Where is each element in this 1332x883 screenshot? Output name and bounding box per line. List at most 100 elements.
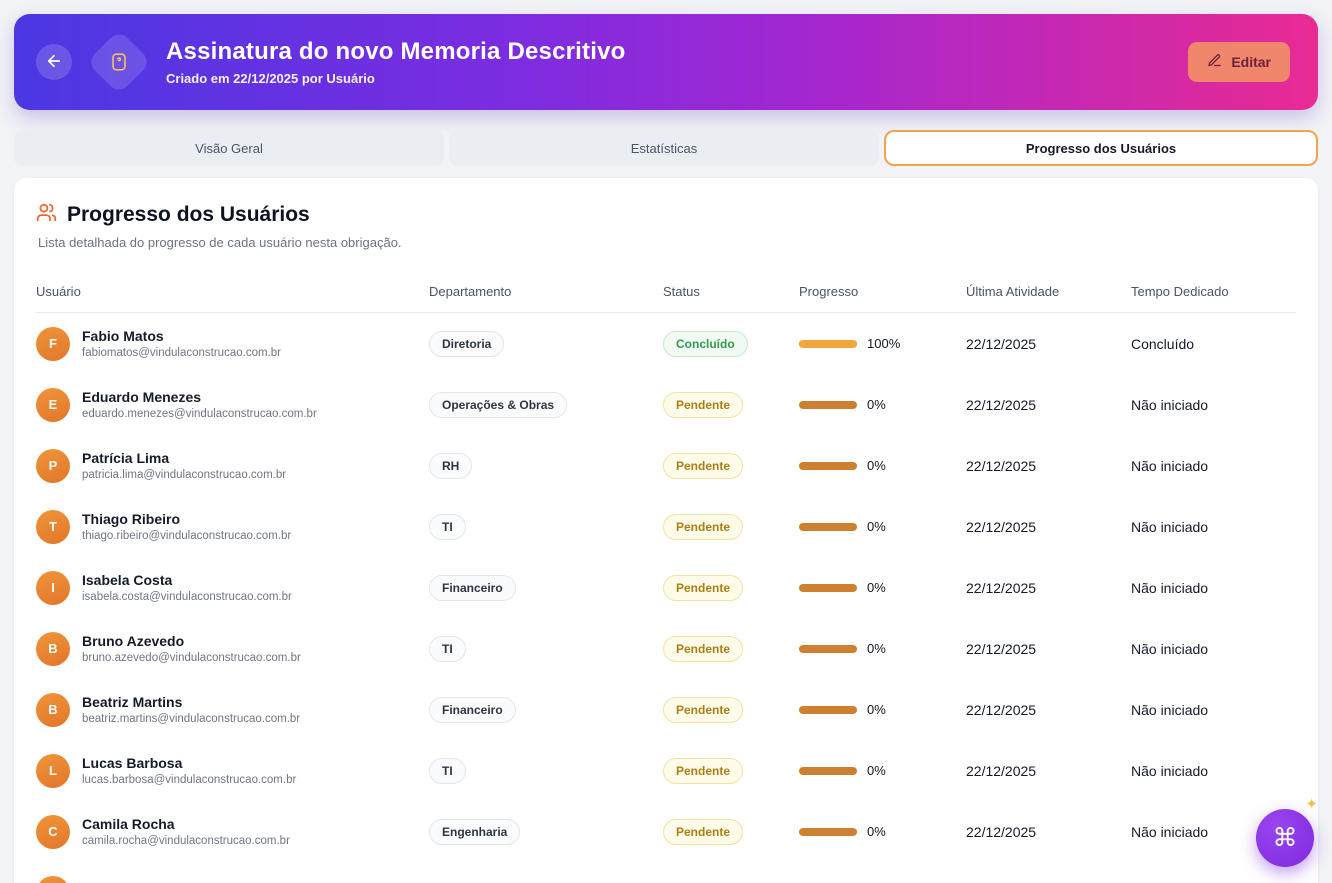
section-title: Progresso dos Usuários <box>67 203 310 226</box>
status-badge: Pendente <box>663 818 744 845</box>
section-subtitle: Lista detalhada do progresso de cada usu… <box>38 235 402 250</box>
user-cell <box>36 875 429 883</box>
column-header-status: Status <box>663 284 700 299</box>
user-email: beatriz.martins@vindulaconstrucao.com.br <box>82 713 301 725</box>
progress-percent: 0% <box>867 824 886 839</box>
arrow-left-icon <box>45 52 63 73</box>
user-email: thiago.ribeiro@vindulaconstrucao.com.br <box>82 530 292 542</box>
user-avatar: F <box>36 326 70 361</box>
user-avatar: I <box>36 570 70 605</box>
last-activity: 22/12/2025 <box>966 579 1037 596</box>
user-name: Bruno Azevedo <box>82 633 185 649</box>
sparkle-icon: ✦ <box>1305 796 1318 813</box>
header-text: Assinatura do novo Memoria Descritivo Cr… <box>166 38 1174 86</box>
progress-wrap: 0% <box>799 702 966 717</box>
table-body: F Fabio Matos fabiomatos@vindulaconstrucao… <box>36 313 1296 883</box>
column-header-usuario: Usuário <box>36 284 81 299</box>
table-row: L Lucas Barbosa lucas.barbosa@vindulaconst… <box>36 740 1296 801</box>
status-cell: Pendente <box>663 757 799 784</box>
users-progress-table: Usuário Departamento Status Progresso Úl… <box>36 276 1296 883</box>
progress-cell: 0% <box>799 702 966 717</box>
progress-bar <box>799 827 857 836</box>
tab-bar: Visão Geral Estatísticas Progresso dos Usu… <box>14 130 1318 166</box>
status-badge: Pendente <box>663 452 744 479</box>
column-header-ultima-atividade: Última Atividade <box>966 284 1060 299</box>
command-fab-button[interactable]: ⌘ <box>1256 809 1314 867</box>
department-badge: TI <box>429 635 466 662</box>
user-info: Camila Rocha camila.rocha@vindulaconstruc… <box>82 816 290 847</box>
progress-wrap: 0% <box>799 458 966 473</box>
progress-percent: 0% <box>867 580 886 595</box>
department-badge: Engenharia <box>429 818 521 845</box>
department-badge: RH <box>429 452 473 479</box>
table-row: P Patrícia Lima patricia.lima@vindulaconst… <box>36 435 1296 496</box>
tab-0[interactable]: Visão Geral <box>14 130 444 166</box>
command-icon: ⌘ <box>1272 824 1298 852</box>
user-email: isabela.costa@vindulaconstrucao.com.br <box>82 591 292 603</box>
user-avatar: E <box>36 387 70 422</box>
department-badge: Financeiro <box>429 696 516 723</box>
user-info: Isabela Costa isabela.costa@vindulaconstr… <box>82 572 292 603</box>
progress-wrap: 0% <box>799 580 966 595</box>
document-signature-icon <box>86 29 152 95</box>
progress-percent: 0% <box>867 763 886 778</box>
user-avatar: L <box>36 753 70 788</box>
department-cell: Diretoria <box>429 330 663 357</box>
status-badge: Pendente <box>663 574 744 601</box>
edit-button[interactable]: Editar <box>1188 42 1290 82</box>
column-header-departamento: Departamento <box>429 284 512 299</box>
edit-button-label: Editar <box>1231 54 1271 70</box>
status-badge: Pendente <box>663 757 744 784</box>
user-name: Lucas Barbosa <box>82 755 183 771</box>
user-avatar: B <box>36 692 70 727</box>
progress-cell: 0% <box>799 458 966 473</box>
tab-2[interactable]: Progresso dos Usuários <box>884 130 1318 166</box>
status-cell: Pendente <box>663 818 799 845</box>
user-cell: L Lucas Barbosa lucas.barbosa@vindulaconst… <box>36 753 429 788</box>
table-row: F Fabio Matos fabiomatos@vindulaconstrucao… <box>36 313 1296 374</box>
user-name: Fabio Matos <box>82 328 164 344</box>
user-name: Camila Rocha <box>82 816 175 832</box>
time-dedicated: Concluído <box>1131 335 1195 352</box>
department-badge: Operações & Obras <box>429 391 568 418</box>
user-cell: I Isabela Costa isabela.costa@vindulaconst… <box>36 570 429 605</box>
department-cell: Financeiro <box>429 696 663 723</box>
user-name: Patrícia Lima <box>82 450 170 466</box>
progress-percent: 100% <box>867 336 901 351</box>
status-cell: Pendente <box>663 513 799 540</box>
user-info: Thiago Ribeiro thiago.ribeiro@vindulacons… <box>82 511 291 542</box>
progress-percent: 0% <box>867 397 886 412</box>
time-dedicated: Não iniciado <box>1131 457 1209 474</box>
section-header: Progresso dos Usuários <box>36 202 1296 228</box>
progress-bar <box>799 522 857 531</box>
time-dedicated: Não iniciado <box>1131 640 1209 657</box>
time-dedicated: Não iniciado <box>1131 396 1209 413</box>
status-cell: Pendente <box>663 391 799 418</box>
table-row: E Eduardo Menezes eduardo.menezes@vindulac… <box>36 374 1296 435</box>
last-activity: 22/12/2025 <box>966 518 1037 535</box>
progress-card: Progresso dos Usuários Lista detalhada d… <box>14 178 1318 883</box>
user-info: Patrícia Lima patricia.lima@vindulaconstr… <box>82 450 286 481</box>
user-info: Eduardo Menezes eduardo.menezes@vindulaco… <box>82 389 317 420</box>
progress-percent: 0% <box>867 702 886 717</box>
status-badge: Pendente <box>663 513 744 540</box>
table-row: I Isabela Costa isabela.costa@vindulaconst… <box>36 557 1296 618</box>
table-row: T Thiago Ribeiro thiago.ribeiro@vindulacon… <box>36 496 1296 557</box>
progress-cell: 0% <box>799 580 966 595</box>
table-row: B Beatriz Martins beatriz.martins@vindulac… <box>36 679 1296 740</box>
user-cell: C Camila Rocha camila.rocha@vindulaconstru… <box>36 814 429 849</box>
progress-fill <box>799 339 857 348</box>
progress-wrap: 0% <box>799 824 966 839</box>
back-button[interactable] <box>36 44 72 80</box>
time-dedicated: Não iniciado <box>1131 701 1209 718</box>
tab-1[interactable]: Estatísticas <box>449 130 879 166</box>
user-cell: T Thiago Ribeiro thiago.ribeiro@vindulacon… <box>36 509 429 544</box>
column-header-progresso: Progresso <box>799 284 859 299</box>
progress-cell: 0% <box>799 519 966 534</box>
department-badge: TI <box>429 513 466 540</box>
progress-wrap: 0% <box>799 641 966 656</box>
progress-bar <box>799 705 857 714</box>
status-badge: Concluído <box>663 330 748 357</box>
progress-bar <box>799 339 857 348</box>
progress-bar <box>799 644 857 653</box>
